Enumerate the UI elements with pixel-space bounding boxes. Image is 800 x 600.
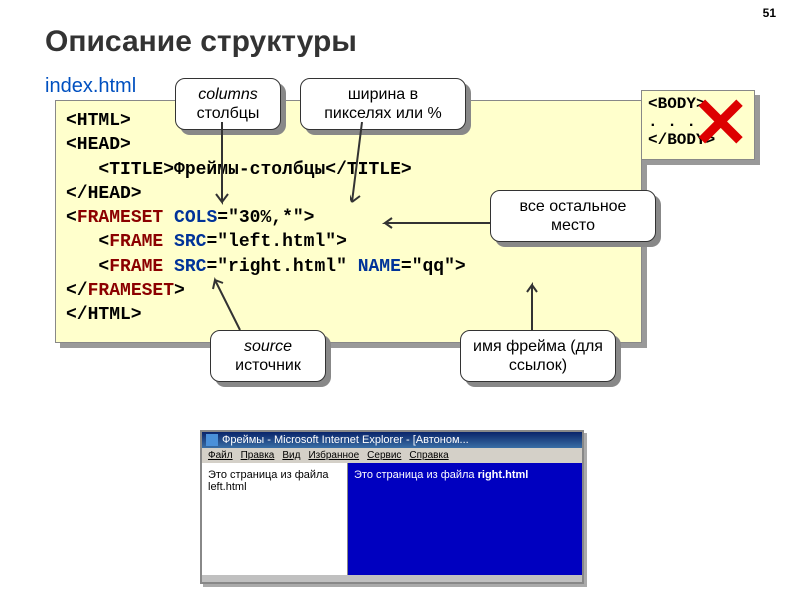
callout-source: sourceисточник — [210, 330, 326, 382]
browser-window: Фреймы - Microsoft Internet Explorer - [… — [200, 430, 584, 584]
callout-framename: имя фрейма (для ссылок) — [460, 330, 616, 382]
slide: 51 Описание структуры index.html <HTML> … — [0, 0, 800, 600]
page-number: 51 — [763, 6, 776, 20]
callout-columns: columnsстолбцы — [175, 78, 281, 130]
filename-label: index.html — [45, 75, 136, 98]
browser-menubar: ФайлПравкаВидИзбранноеСервисСправка — [202, 448, 582, 463]
slide-title: Описание структуры — [45, 25, 357, 59]
browser-titlebar: Фреймы - Microsoft Internet Explorer - [… — [202, 432, 582, 448]
callout-rest: все остальное место — [490, 190, 656, 242]
callout-width: ширина в пикселях или % — [300, 78, 466, 130]
ie-icon — [206, 434, 218, 446]
right-frame: Это страница из файла right.html — [348, 463, 582, 575]
body-forbidden-box: <BODY> . . . </BODY> — [641, 90, 755, 160]
left-frame: Это страница из файла left.html — [202, 463, 348, 575]
browser-title-text: Фреймы - Microsoft Internet Explorer - [… — [222, 434, 469, 446]
